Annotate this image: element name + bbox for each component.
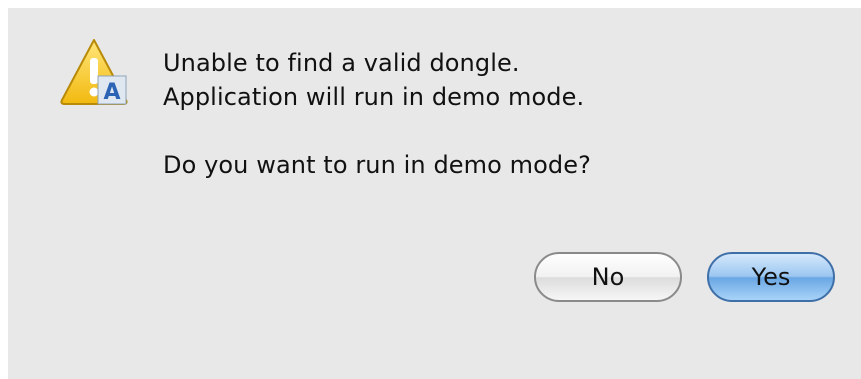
message-line-2: Application will run in demo mode. [163, 83, 585, 111]
svg-text:A: A [103, 80, 120, 105]
yes-button[interactable]: Yes [707, 252, 835, 302]
alert-dialog: A Unable to find a valid dongle. Applica… [8, 8, 861, 379]
alert-question: Do you want to run in demo mode? [163, 151, 591, 179]
message-line-1: Unable to find a valid dongle. [163, 49, 520, 77]
warning-triangle-icon: A [58, 36, 130, 108]
alert-message: Unable to find a valid dongle. Applicati… [163, 46, 803, 182]
no-button[interactable]: No [534, 252, 682, 302]
